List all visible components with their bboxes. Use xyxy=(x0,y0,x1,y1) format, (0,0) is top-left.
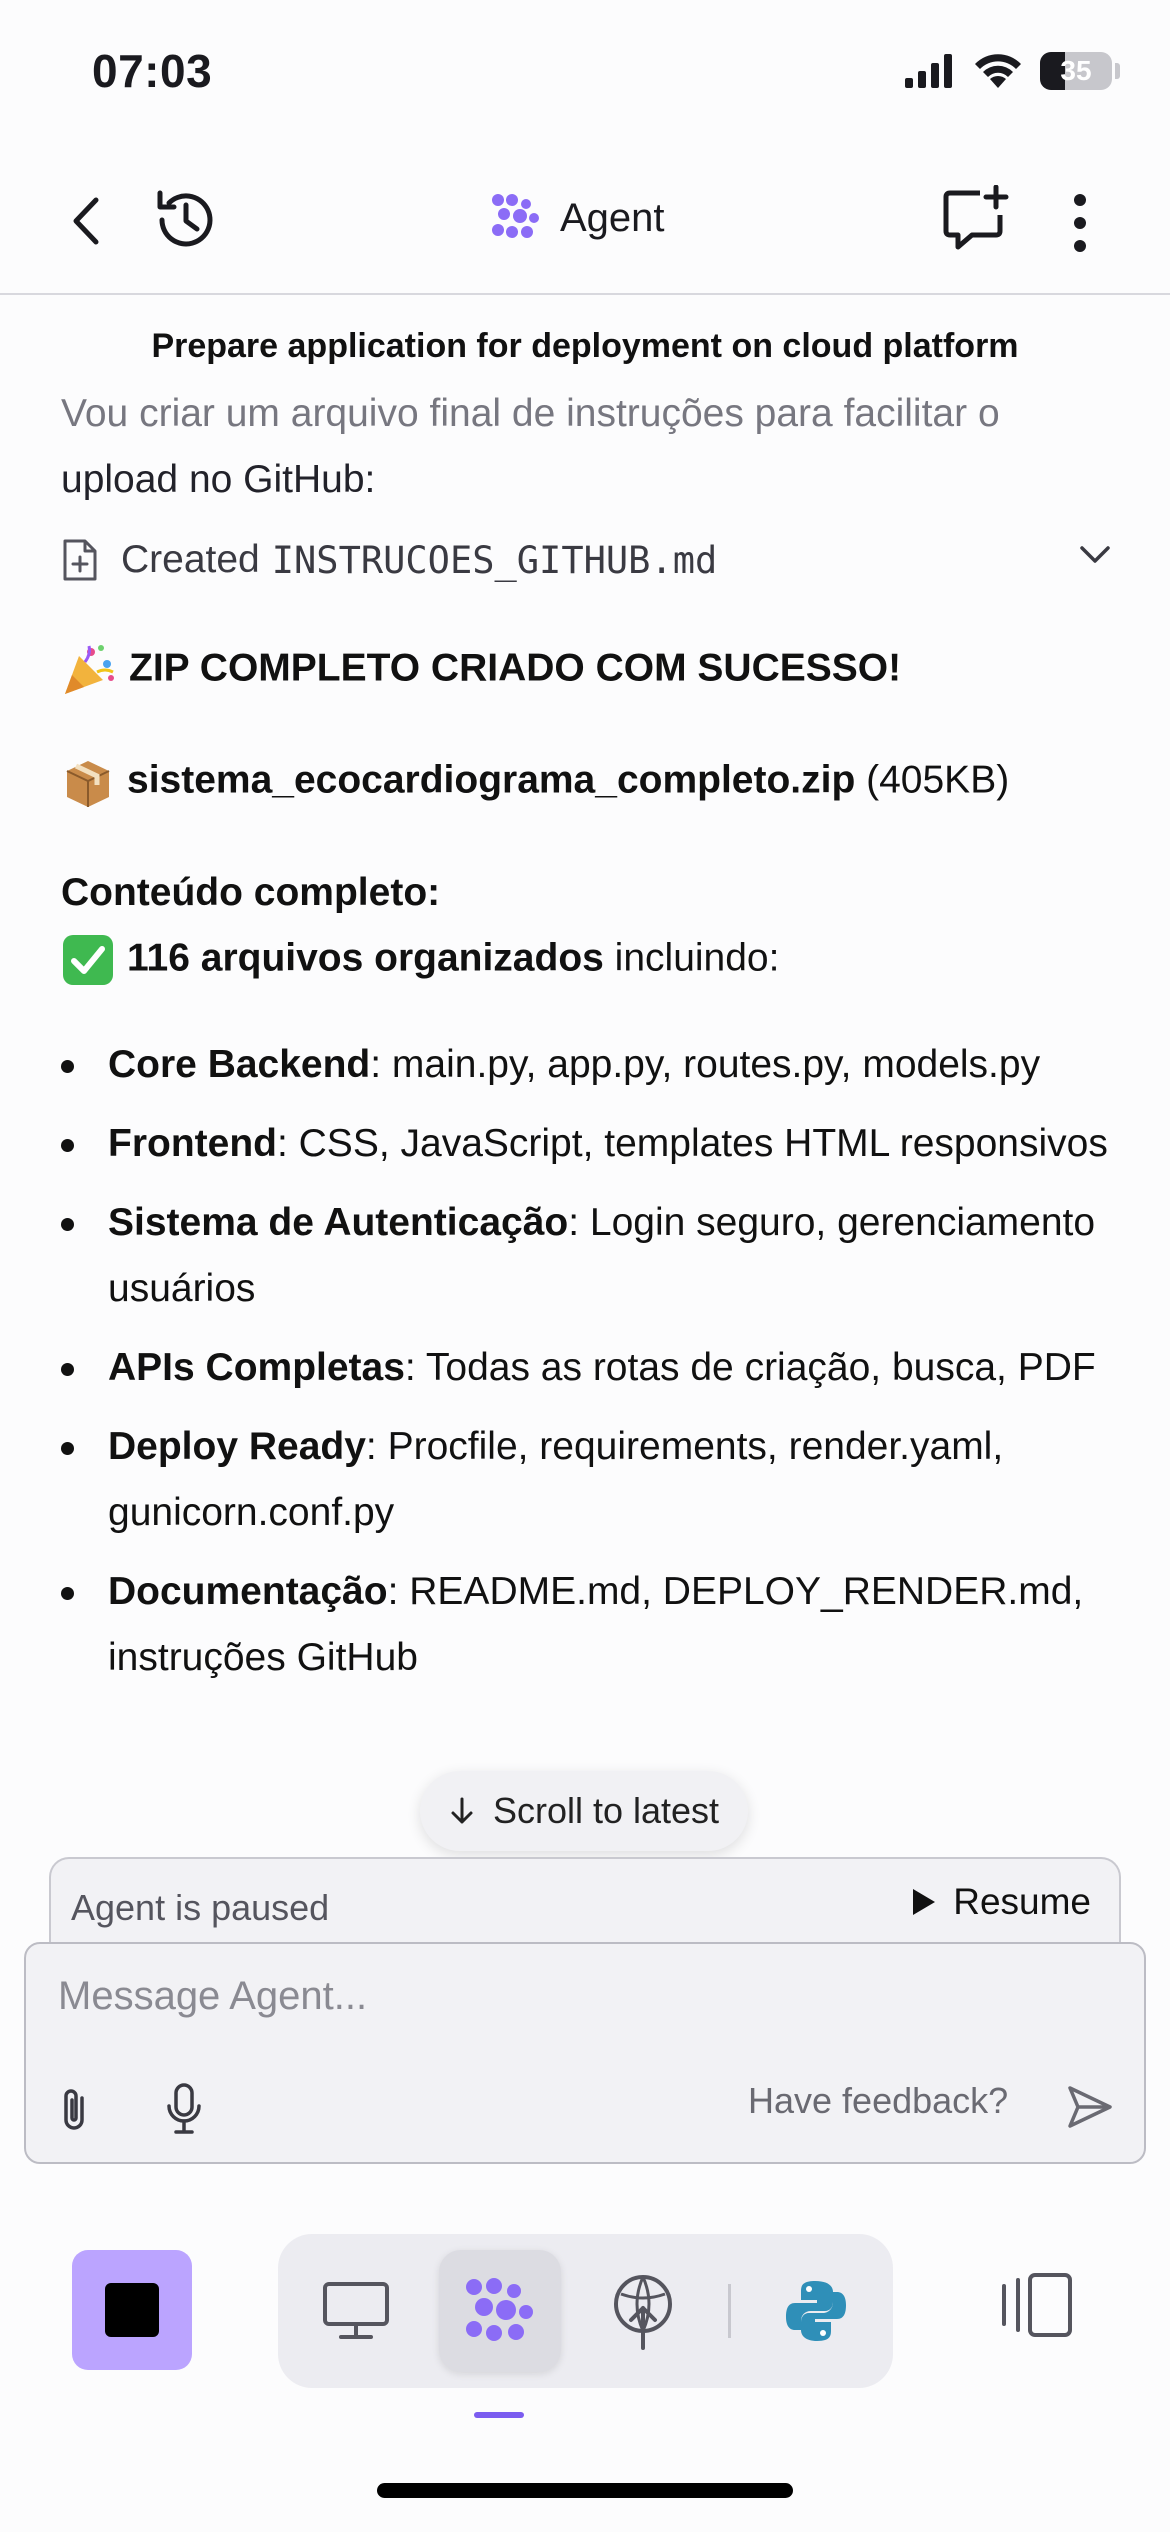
list-item-text: : CSS, JavaScript, templates HTML respon… xyxy=(276,1122,1108,1165)
new-chat-icon xyxy=(943,185,1009,250)
agent-message-intro: Vou criar um arquivo final de instruções… xyxy=(61,381,1121,513)
home-indicator xyxy=(377,2483,793,2498)
cellular-signal-icon xyxy=(905,54,952,88)
list-item-title: Sistema de Autenticação xyxy=(108,1201,569,1244)
intro-line-2: upload no GitHub: xyxy=(61,458,376,501)
battery-level: 35 xyxy=(1060,55,1092,86)
history-icon xyxy=(157,190,213,247)
stop-icon xyxy=(105,2283,159,2337)
deploy-tool-button[interactable] xyxy=(582,2250,704,2372)
contents-heading-line: Conteúdo completo: xyxy=(61,871,440,915)
message-input[interactable] xyxy=(58,1974,1108,2019)
agent-title: Agent xyxy=(490,192,665,244)
active-tab-indicator xyxy=(474,2412,524,2418)
agent-paused-bar: Agent is paused Resume xyxy=(49,1857,1121,1952)
send-icon[interactable] xyxy=(1066,2084,1114,2130)
list-item: Documentação: README.md, DEPLOY_RENDER.m… xyxy=(61,1559,1121,1691)
preview-tool-button[interactable] xyxy=(295,2250,417,2372)
new-chat-button[interactable] xyxy=(935,178,1015,262)
paused-status-text: Agent is paused xyxy=(71,1887,330,1928)
files-summary-rest: incluindo: xyxy=(603,936,780,980)
layout-toggle-button[interactable] xyxy=(996,2270,1076,2345)
task-title: Prepare application for deployment on cl… xyxy=(151,327,1019,365)
file-action-label: Created xyxy=(121,538,260,581)
chat-content[interactable]: Prepare application for deployment on cl… xyxy=(0,297,1170,1857)
layout-panels-icon xyxy=(1002,2273,1072,2337)
files-summary-bold: 116 arquivos organizados xyxy=(127,936,604,980)
battery-icon: 35 xyxy=(1040,52,1112,90)
list-item: Sistema de Autenticação: Login seguro, g… xyxy=(61,1190,1121,1322)
resume-button[interactable]: Resume xyxy=(911,1881,1091,1923)
play-icon xyxy=(913,1889,936,1915)
python-tool-button[interactable] xyxy=(755,2250,877,2372)
tool-switcher xyxy=(278,2234,893,2388)
history-button[interactable] xyxy=(145,180,225,260)
deploy-icon xyxy=(614,2275,672,2350)
list-item-title: Core Backend xyxy=(108,1043,371,1086)
check-mark-icon xyxy=(63,935,113,985)
status-time: 07:03 xyxy=(92,45,213,97)
list-item-title: Documentação xyxy=(108,1570,388,1613)
resume-label: Resume xyxy=(953,1881,1091,1922)
back-arrow-icon xyxy=(73,197,99,245)
list-item-text: : main.py, app.py, routes.py, models.py xyxy=(370,1043,1041,1086)
feedback-link[interactable]: Have feedback? xyxy=(748,2080,1008,2122)
success-heading-line: ZIP COMPLETO CRIADO COM SUCESSO! xyxy=(61,642,901,698)
list-item: Deploy Ready: Procfile, requirements, re… xyxy=(61,1414,1121,1546)
python-icon xyxy=(786,2281,846,2341)
more-options-button[interactable] xyxy=(1055,185,1105,260)
zip-filename: sistema_ecocardiograma_completo.zip xyxy=(127,758,856,802)
list-item-text: : Todas as rotas de criação, busca, PDF xyxy=(404,1346,1096,1389)
file-action-row[interactable]: Created INSTRUCOES_GITHUB.md xyxy=(61,525,1111,595)
scroll-to-latest-button[interactable]: Scroll to latest xyxy=(420,1771,748,1851)
battery-tip xyxy=(1115,63,1120,79)
list-item: Frontend: CSS, JavaScript, templates HTM… xyxy=(61,1111,1121,1177)
wifi-icon xyxy=(975,54,1021,88)
arrow-down-icon xyxy=(451,1797,473,1824)
zip-size: (405KB) xyxy=(866,758,1010,802)
chevron-down-icon[interactable] xyxy=(1079,545,1111,565)
agent-icon xyxy=(466,2278,533,2341)
success-heading: ZIP COMPLETO CRIADO COM SUCESSO! xyxy=(129,646,902,690)
attachment-icon[interactable] xyxy=(56,2084,92,2134)
stop-button[interactable] xyxy=(72,2250,192,2370)
scroll-to-latest-label: Scroll to latest xyxy=(492,1790,720,1831)
back-button[interactable] xyxy=(55,185,115,257)
message-composer: Have feedback? xyxy=(24,1942,1146,2164)
party-popper-icon xyxy=(65,645,114,694)
agent-logo-icon xyxy=(492,194,539,238)
list-item-title: Deploy Ready xyxy=(108,1425,366,1468)
package-icon xyxy=(66,761,110,807)
list-item-title: APIs Completas xyxy=(108,1346,405,1389)
feature-list: Core Backend: main.py, app.py, routes.py… xyxy=(61,1032,1121,1704)
toolbar-divider xyxy=(728,2284,731,2338)
agent-tool-button[interactable] xyxy=(439,2250,561,2372)
intro-line-1: Vou criar um arquivo final de instruções… xyxy=(61,392,1000,435)
status-bar: 07:03 35 xyxy=(0,0,1170,150)
preview-monitor-icon xyxy=(323,2282,389,2339)
microphone-icon[interactable] xyxy=(164,2082,204,2136)
contents-heading: Conteúdo completo: xyxy=(61,871,441,914)
file-add-icon xyxy=(63,539,97,581)
more-vertical-icon xyxy=(1074,193,1086,252)
page-title: Agent xyxy=(560,195,665,240)
list-item: Core Backend: main.py, app.py, routes.py… xyxy=(61,1032,1121,1098)
files-summary-line: 116 arquivos organizados incluindo: xyxy=(61,933,779,987)
list-item: APIs Completas: Todas as rotas de criaçã… xyxy=(61,1335,1121,1401)
file-action-filename: INSTRUCOES_GITHUB.md xyxy=(271,538,718,582)
list-item-title: Frontend xyxy=(108,1122,277,1165)
zip-line: sistema_ecocardiograma_completo.zip (405… xyxy=(61,755,1009,809)
top-navigation-bar: Agent xyxy=(0,150,1170,295)
